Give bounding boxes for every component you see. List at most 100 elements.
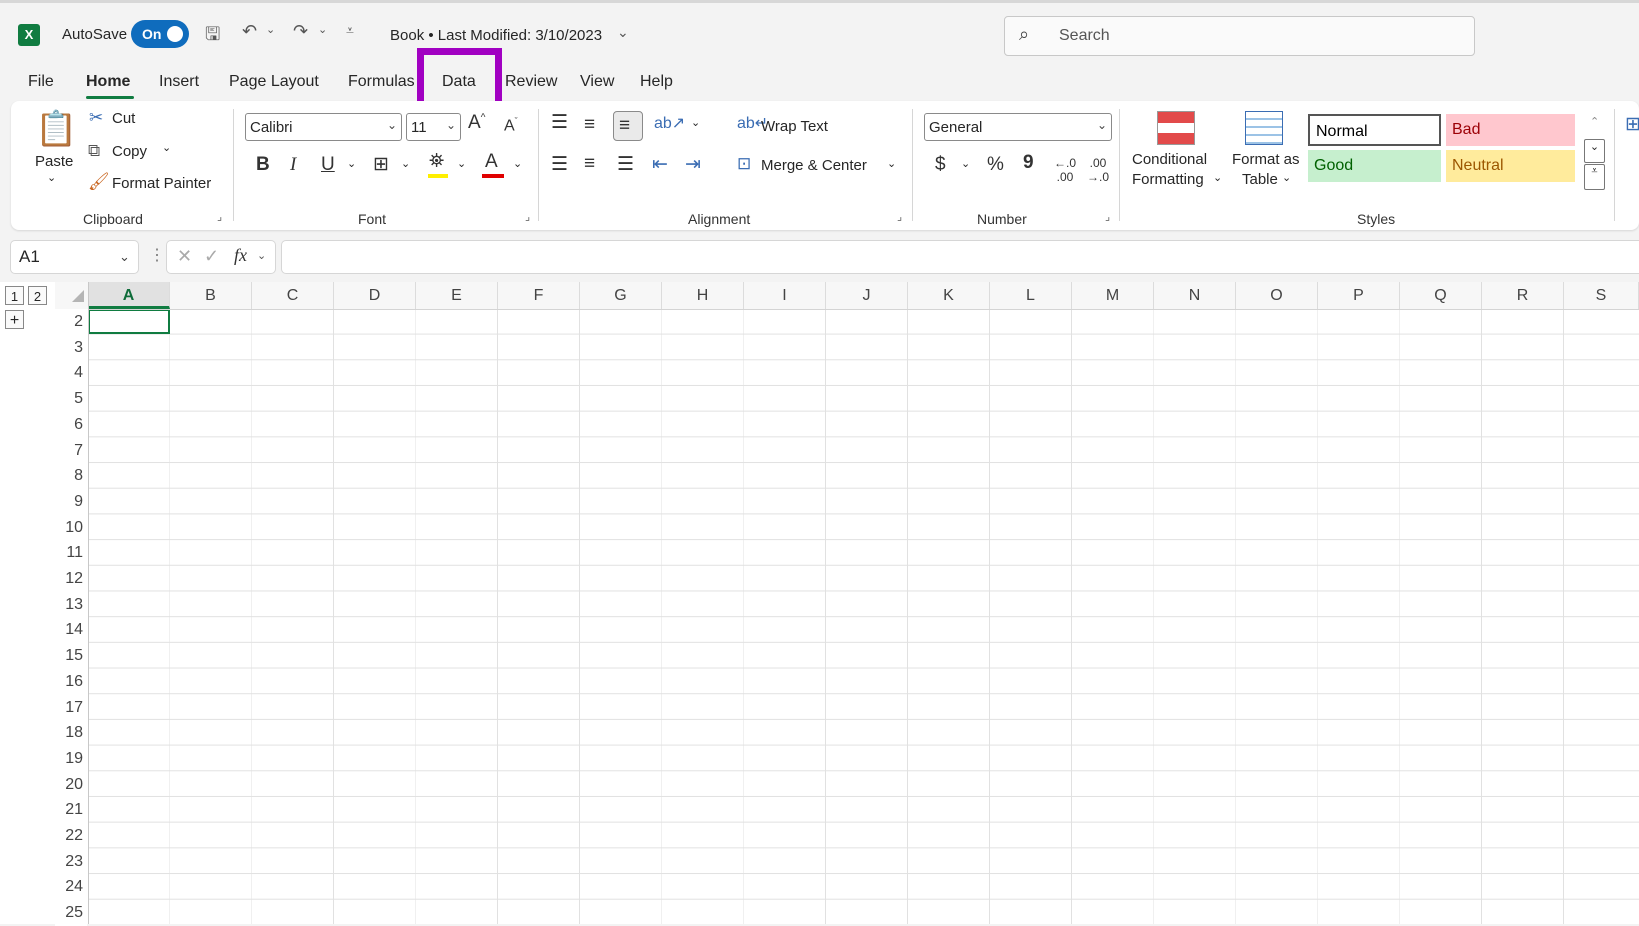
format-painter-button[interactable]: Format Painter [112,175,211,192]
tab-file[interactable]: File [28,73,54,91]
row-header[interactable]: 6 [55,411,87,438]
orientation-icon[interactable]: ab↗ [654,113,685,133]
style-bad[interactable]: Bad [1446,114,1575,146]
paste-dropdown-icon[interactable]: ⌄ [47,171,56,184]
bold-button[interactable]: B [256,154,270,176]
save-icon[interactable]: 🖫 [205,22,220,52]
chevron-down-icon[interactable]: ⌄ [617,24,629,41]
column-header-h[interactable]: H [662,282,744,309]
font-name-select[interactable]: Calibri ⌄ [245,113,402,141]
search-box[interactable]: ⌕ Search [1004,16,1475,56]
row-header[interactable]: 12 [55,566,87,592]
paste-button[interactable]: Paste [35,153,73,170]
underline-dropdown-icon[interactable]: ⌄ [347,157,356,170]
document-title[interactable]: Book • Last Modified: 3/10/2023 [390,27,602,44]
row-header[interactable]: 10 [55,514,87,541]
row-header[interactable]: 18 [55,720,87,747]
outline-expand-button[interactable]: + [5,310,24,329]
tab-page-layout[interactable]: Page Layout [229,73,319,91]
decrease-decimal-icon[interactable]: .00 →.0 [1087,156,1109,184]
row-header[interactable]: 4 [55,360,87,387]
column-header-a[interactable]: A [88,282,170,309]
borders-icon[interactable]: ⊞ [373,153,389,176]
style-good[interactable]: Good [1308,150,1441,182]
tab-view[interactable]: View [580,73,614,91]
chevron-down-icon[interactable]: ⌄ [257,249,266,262]
align-bottom-button[interactable]: ≡ [613,111,643,141]
enter-icon[interactable]: ✓ [204,246,219,267]
row-header[interactable]: 7 [55,437,87,464]
column-header-q[interactable]: Q [1400,282,1482,309]
selected-cell-a1[interactable] [88,309,170,334]
column-header-j[interactable]: J [826,282,908,309]
align-middle-icon[interactable]: ≡ [584,114,595,136]
comma-style-button[interactable]: 9 [1023,152,1034,174]
column-header-b[interactable]: B [170,282,252,309]
column-header-l[interactable]: L [990,282,1072,309]
row-header[interactable]: 20 [55,771,87,798]
row-header[interactable]: 17 [55,694,87,721]
format-as-table-icon[interactable] [1245,111,1283,145]
insert-function-button[interactable]: fx [234,245,247,266]
name-box[interactable]: A1 ⌄ [11,241,138,273]
currency-button[interactable]: $ [935,154,946,176]
decrease-indent-icon[interactable]: ⇤ [652,153,668,176]
tab-home[interactable]: Home [86,73,130,91]
conditional-formatting-label-2[interactable]: Formatting [1132,171,1204,188]
borders-dropdown-icon[interactable]: ⌄ [401,157,410,170]
column-header-p[interactable]: P [1318,282,1400,309]
number-format-select[interactable]: General ⌄ [924,113,1112,141]
font-launcher-icon[interactable]: ⌟ [525,210,530,223]
outline-level-2-button[interactable]: 2 [28,286,47,305]
clipboard-launcher-icon[interactable]: ⌟ [217,210,222,223]
orientation-dropdown-icon[interactable]: ⌄ [691,116,700,129]
copy-button[interactable]: Copy [112,143,147,160]
row-header[interactable]: 23 [55,848,87,875]
paste-icon[interactable]: 📋 [35,109,77,149]
row-header[interactable]: 16 [55,668,87,695]
row-header[interactable]: 19 [55,745,87,772]
style-neutral[interactable]: Neutral [1446,150,1575,182]
row-header[interactable]: 22 [55,823,87,849]
font-color-dropdown-icon[interactable]: ⌄ [513,157,522,170]
fill-color-icon[interactable]: ⛯ [429,151,444,173]
row-header[interactable]: 5 [55,386,87,413]
currency-dropdown-icon[interactable]: ⌄ [961,157,970,170]
row-header[interactable]: 15 [55,643,87,670]
row-header[interactable]: 13 [55,591,87,618]
cell-grid[interactable] [88,309,1639,924]
row-header[interactable]: 11 [55,540,87,567]
number-launcher-icon[interactable]: ⌟ [1105,210,1110,223]
alignment-launcher-icon[interactable]: ⌟ [897,210,902,223]
row-header[interactable]: 14 [55,617,87,644]
row-header[interactable]: 9 [55,488,87,515]
undo-icon[interactable]: ↶ [242,21,257,42]
outline-level-1-button[interactable]: 1 [5,286,24,305]
row-header[interactable]: 24 [55,874,87,901]
align-top-icon[interactable]: ☰ [551,111,568,134]
customize-toolbar-icon[interactable]: ⩡ [346,22,354,39]
merge-center-dropdown-icon[interactable]: ⌄ [887,157,896,170]
redo-icon[interactable]: ↷ [293,21,308,42]
merge-center-button[interactable]: Merge & Center [761,157,867,174]
column-header-c[interactable]: C [252,282,334,309]
formula-input[interactable] [282,241,1639,273]
increase-decimal-icon[interactable]: ←.0.00 [1054,156,1076,184]
column-header-f[interactable]: F [498,282,580,309]
align-center-icon[interactable]: ≡ [584,153,595,175]
row-header[interactable]: 3 [55,334,87,361]
undo-dropdown-icon[interactable]: ⌄ [266,23,275,36]
format-as-table-label-1[interactable]: Format as [1232,151,1300,168]
cancel-icon[interactable]: ✕ [177,246,192,267]
column-header-o[interactable]: O [1236,282,1318,309]
style-normal[interactable]: Normal [1308,114,1441,146]
column-header-e[interactable]: E [416,282,498,309]
underline-button[interactable]: U [321,154,335,176]
styles-scroll-up-icon[interactable]: ⌃ [1590,115,1599,128]
row-header[interactable]: 2 [55,309,87,335]
increase-font-size-icon[interactable]: A^ [468,112,485,134]
styles-scroll-down-icon[interactable]: ⌄ [1584,139,1605,163]
format-as-table-dropdown-icon[interactable]: ⌄ [1282,171,1291,184]
column-header-m[interactable]: M [1072,282,1154,309]
column-header-k[interactable]: K [908,282,990,309]
